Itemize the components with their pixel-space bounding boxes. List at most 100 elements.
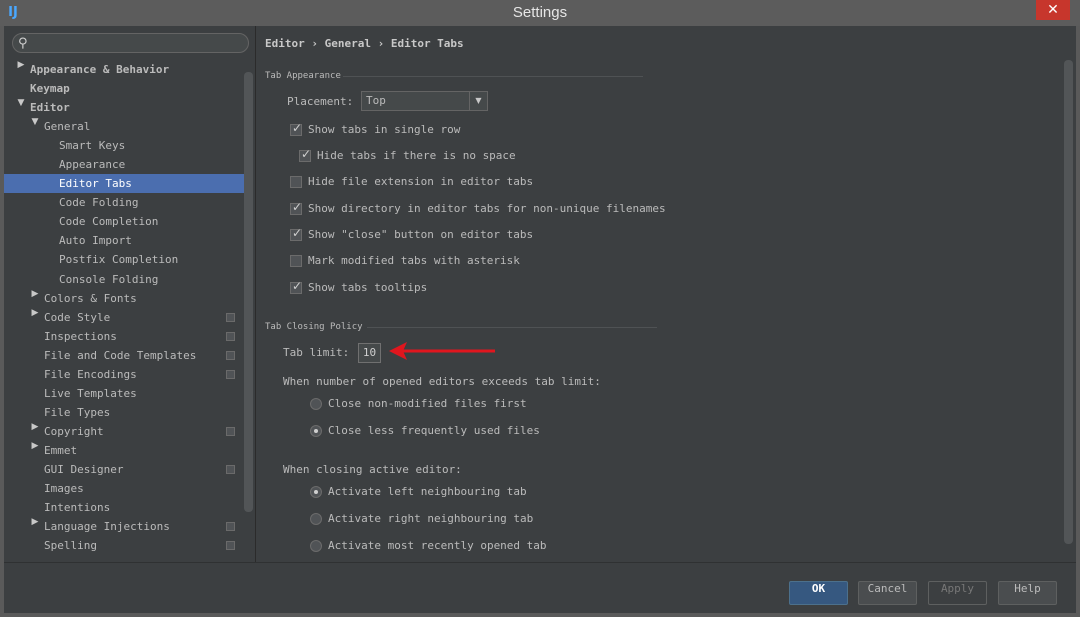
radio-button[interactable] <box>310 540 322 552</box>
sidebar-item-label: Copyright <box>44 424 104 438</box>
placement-label: Placement: <box>287 95 354 108</box>
sidebar-item-label: Code Completion <box>59 215 159 229</box>
sidebar-item-keymap[interactable]: Keymap <box>4 79 244 98</box>
collapsed-arrow-icon[interactable]: ▶ <box>30 422 40 432</box>
help-button[interactable]: Help <box>998 581 1057 605</box>
collapsed-arrow-icon[interactable]: ▶ <box>30 308 40 318</box>
sidebar-item-spelling[interactable]: Spelling <box>4 536 244 555</box>
sidebar-item-file-types[interactable]: File Types <box>4 403 244 422</box>
settings-dialog: ⚲ ▶ Appearance & Behavior Keymap ▼ Editor ▼ Ge… <box>4 26 1076 613</box>
checkbox[interactable]: ✓ <box>290 200 303 215</box>
sidebar-item-live-templates[interactable]: Live Templates <box>4 384 244 403</box>
checkbox[interactable]: ✓ <box>290 121 302 136</box>
checkmark-icon: ✓ <box>301 147 312 161</box>
sidebar-item-label: Appearance & Behavior <box>30 63 170 76</box>
ok-button[interactable]: OK <box>789 581 848 605</box>
sidebar-item-label: Keymap <box>30 82 70 96</box>
sidebar-scrollbar[interactable] <box>244 72 253 512</box>
section-title-tab-closing: Tab Closing Policy <box>265 322 363 332</box>
sidebar-item-label: GUI Designer <box>44 462 124 476</box>
sidebar-item-code-style[interactable]: ▶ Code Style <box>4 308 244 327</box>
sidebar-item-smart-keys[interactable]: Smart Keys <box>4 136 244 155</box>
checkmark-icon: ✓ <box>292 226 303 240</box>
sidebar-item-label: File Encodings <box>44 367 137 381</box>
checkbox-label: Show directory in editor tabs for non-un… <box>308 202 666 215</box>
checkmark-icon: ✓ <box>292 200 303 214</box>
dialog-footer: OK Cancel Apply Help <box>4 562 1076 613</box>
window-titlebar: IJ Settings ✕ <box>0 0 1080 26</box>
sidebar-item-inspections[interactable]: Inspections <box>4 327 244 346</box>
placement-dropdown[interactable]: Top ▼ <box>361 91 488 111</box>
collapsed-arrow-icon[interactable]: ▶ <box>16 60 26 70</box>
search-input[interactable] <box>35 35 240 51</box>
breadcrumb: Editor › General › Editor Tabs <box>265 37 464 50</box>
checkbox-label: Hide tabs if there is no space <box>317 149 516 162</box>
tab-limit-label: Tab limit: <box>283 346 350 359</box>
sidebar-item-file-encodings[interactable]: File Encodings <box>4 365 244 384</box>
sidebar-item-appearance-behavior[interactable]: ▶ Appearance & Behavior <box>4 60 244 79</box>
radio-button[interactable] <box>310 486 322 498</box>
sidebar-item-intentions[interactable]: Intentions <box>4 498 244 517</box>
sidebar-item-code-completion[interactable]: Code Completion <box>4 212 244 231</box>
sidebar-item-label: Editor <box>30 101 70 115</box>
checkbox[interactable] <box>290 176 302 188</box>
expanded-arrow-icon[interactable]: ▼ <box>16 98 26 108</box>
checkbox[interactable]: ✓ <box>290 226 303 241</box>
sidebar-item-label: Language Injections <box>44 520 170 534</box>
settings-content: Editor › General › Editor Tabs Tab Appea… <box>257 26 1076 562</box>
sidebar-item-code-folding[interactable]: Code Folding <box>4 193 244 212</box>
project-level-icon <box>226 522 235 532</box>
sidebar-item-appearance[interactable]: Appearance <box>4 155 244 174</box>
sidebar-item-label: Auto Import <box>59 234 132 248</box>
sidebar-item-copyright[interactable]: ▶ Copyright <box>4 422 244 441</box>
sidebar-item-editor-tabs[interactable]: Editor Tabs <box>4 174 244 194</box>
close-button[interactable]: ✕ <box>1036 0 1070 20</box>
checkmark-icon: ✓ <box>292 279 303 293</box>
sidebar-item-console-folding[interactable]: Console Folding <box>4 270 244 289</box>
radio-label: Close non-modified files first <box>328 397 527 410</box>
sidebar-item-editor[interactable]: ▼ Editor <box>4 98 244 117</box>
expanded-arrow-icon[interactable]: ▼ <box>30 117 40 127</box>
sidebar-item-label: Emmet <box>44 443 78 457</box>
sidebar-item-gui-designer[interactable]: GUI Designer <box>4 460 244 479</box>
tab-limit-input[interactable]: 10 <box>358 343 381 363</box>
sidebar-item-label: Spelling <box>44 539 97 553</box>
settings-sidebar: ⚲ ▶ Appearance & Behavior Keymap ▼ Editor ▼ Ge… <box>4 26 256 562</box>
apply-button[interactable]: Apply <box>928 581 987 605</box>
sidebar-item-label: Images <box>44 482 84 496</box>
chevron-down-icon[interactable]: ▼ <box>469 92 487 110</box>
sidebar-item-images[interactable]: Images <box>4 479 244 498</box>
sidebar-item-general[interactable]: ▼ General <box>4 117 244 136</box>
sidebar-item-label: Live Templates <box>44 386 137 400</box>
sidebar-item-label: Editor Tabs <box>59 177 132 191</box>
project-level-icon <box>226 369 235 379</box>
sidebar-item-label: File Types <box>44 405 111 419</box>
collapsed-arrow-icon[interactable]: ▶ <box>30 517 40 527</box>
sidebar-item-auto-import[interactable]: Auto Import <box>4 231 244 250</box>
sidebar-item-file-and-code-templates[interactable]: File and Code Templates <box>4 346 244 365</box>
radio-button[interactable] <box>310 513 322 525</box>
radio-button[interactable] <box>310 425 322 437</box>
sidebar-item-emmet[interactable]: ▶ Emmet <box>4 441 244 460</box>
checkbox[interactable]: ✓ <box>299 147 312 162</box>
collapsed-arrow-icon[interactable]: ▶ <box>30 289 40 299</box>
radio-button[interactable] <box>310 398 322 410</box>
project-level-icon <box>226 426 235 436</box>
section-divider <box>367 327 657 328</box>
sidebar-item-colors-fonts[interactable]: ▶ Colors & Fonts <box>4 289 244 308</box>
project-level-icon <box>226 350 235 360</box>
checkbox-label: Show tabs in single row <box>308 123 461 136</box>
window-title: Settings <box>512 4 568 21</box>
sidebar-item-postfix-completion[interactable]: Postfix Completion <box>4 250 244 269</box>
cancel-button[interactable]: Cancel <box>858 581 917 605</box>
collapsed-arrow-icon[interactable]: ▶ <box>30 441 40 451</box>
radio-label: Activate most recently opened tab <box>328 539 547 552</box>
search-box[interactable]: ⚲ <box>12 33 249 53</box>
sidebar-item-language-injections[interactable]: ▶ Language Injections <box>4 517 244 536</box>
checkbox[interactable]: ✓ <box>290 279 303 294</box>
content-scrollbar[interactable] <box>1064 60 1073 544</box>
radio-label: Activate left neighbouring tab <box>328 485 527 498</box>
placement-value: Top <box>366 94 386 107</box>
checkbox[interactable] <box>290 255 302 267</box>
checkbox-label: Hide file extension in editor tabs <box>308 175 534 188</box>
